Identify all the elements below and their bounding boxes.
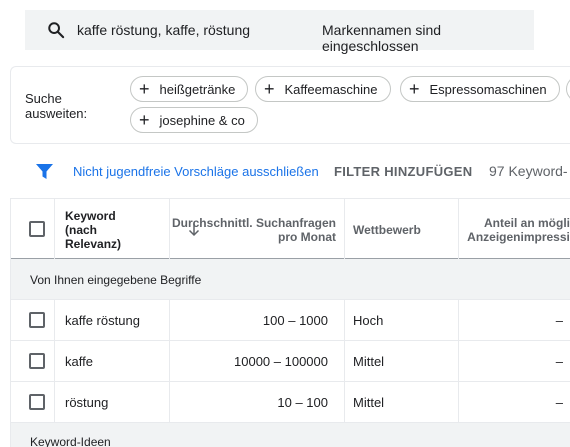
keyword-count: 97 Keyword- [489, 163, 568, 179]
row-checkbox[interactable] [29, 353, 45, 369]
table-row[interactable]: kaffe 10000 – 100000 Mittel – [11, 341, 570, 382]
exclude-adult-link[interactable]: Nicht jugendfreie Vorschläge ausschließe… [73, 164, 319, 179]
searches-cell: 10 – 100 [277, 395, 328, 410]
search-icon [48, 22, 65, 39]
brand-names-note: Markennamen sind eingeschlossen [322, 22, 442, 54]
keyword-cell: kaffe röstung [65, 313, 140, 328]
row-checkbox[interactable] [29, 312, 45, 328]
header-impression-share[interactable]: Anteil an mögli Anzeigenimpressi [459, 199, 570, 259]
competition-cell: Mittel [353, 354, 385, 369]
search-bar[interactable]: kaffe röstung, kaffe, röstung Markenname… [25, 10, 534, 54]
group-row-entered-terms: Von Ihnen eingegebene Begriffe [11, 259, 570, 300]
select-all-checkbox[interactable] [29, 221, 45, 237]
row-checkbox[interactable] [29, 394, 45, 410]
keyword-table: Keyword (nach Relevanz) Durchschnittl. S… [10, 198, 570, 447]
keyword-cell: röstung [65, 395, 109, 410]
keyword-cell: kaffe [65, 354, 93, 369]
group-row-keyword-ideas: Keyword-Ideen [11, 423, 570, 447]
plus-icon: + [409, 79, 420, 99]
chip-heissgetraenke[interactable]: + heißgetränke [130, 76, 249, 102]
expand-search-panel: Suche ausweiten: + heißgetränke + Kaffee… [10, 66, 570, 144]
header-keyword[interactable]: Keyword (nach Relevanz) [55, 199, 200, 259]
filter-icon[interactable] [36, 164, 53, 179]
searches-cell: 10000 – 100000 [234, 354, 328, 369]
table-row[interactable]: kaffe röstung 100 – 1000 Hoch – [11, 300, 570, 341]
table-header: Keyword (nach Relevanz) Durchschnittl. S… [11, 198, 570, 259]
chip-josephine-co[interactable]: + josephine & co [130, 107, 258, 133]
plus-icon: + [139, 79, 150, 99]
add-filter-button[interactable]: FILTER HINZUFÜGEN [334, 164, 472, 179]
plus-icon: + [264, 79, 275, 99]
competition-cell: Hoch [353, 313, 384, 328]
share-cell: – [555, 395, 563, 410]
searches-cell: 100 – 1000 [262, 313, 328, 328]
plus-icon: + [139, 110, 150, 130]
chip-espressomaschinen[interactable]: + Espressomaschinen [400, 76, 560, 102]
header-competition[interactable]: Wettbewerb [345, 199, 459, 259]
filter-bar: Nicht jugendfreie Vorschläge ausschließe… [0, 150, 570, 195]
share-cell: – [555, 313, 563, 328]
search-query[interactable]: kaffe röstung, kaffe, röstung [77, 22, 250, 38]
share-cell: – [555, 354, 563, 369]
header-checkbox-cell [11, 199, 55, 259]
chip-kaffeemaschine[interactable]: + Kaffeemaschine [255, 76, 391, 102]
header-avg-searches[interactable]: Durchschnittl. Suchanfragen pro Monat [170, 199, 345, 259]
expand-search-label: Suche ausweiten: [25, 91, 88, 121]
chip-overflow[interactable] [566, 76, 570, 102]
table-row[interactable]: röstung 10 – 100 Mittel – [11, 382, 570, 423]
competition-cell: Mittel [353, 395, 385, 410]
